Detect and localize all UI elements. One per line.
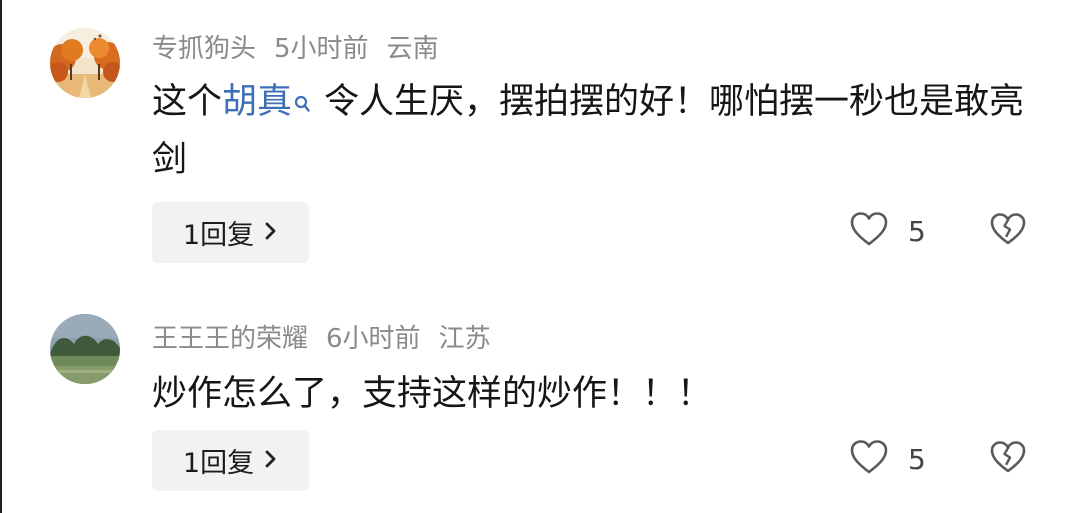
like-count: 5 [908, 442, 926, 476]
comment-text: 炒作怎么了，支持这样的炒作！！！ [152, 374, 713, 414]
search-icon[interactable] [294, 76, 310, 132]
reply-label: 1回复 [182, 220, 255, 251]
reply-button[interactable]: 1回复 [152, 202, 309, 263]
comment-meta: 王王王的荣耀 6小时前 江苏 [152, 318, 509, 355]
comment-text: 这个胡真 令人生厌，摆拍摆的好！哪怕摆一秒也是敢亮剑 [152, 74, 1032, 188]
avatar[interactable] [50, 314, 120, 384]
broken-heart-icon [988, 441, 1028, 479]
dislike-button[interactable] [988, 211, 1028, 251]
comment-time: 5小时前 [274, 34, 369, 64]
heart-outline-icon [848, 210, 890, 252]
landscape-avatar-image [50, 314, 120, 384]
comment-location: 江苏 [438, 324, 491, 354]
left-edge-border [0, 0, 2, 513]
chevron-right-icon [264, 217, 278, 248]
heart-outline-icon [848, 438, 890, 480]
broken-heart-icon [988, 213, 1028, 251]
comment-location: 云南 [386, 34, 439, 64]
autumn-trees-avatar-image [50, 28, 120, 98]
search-link[interactable]: 胡真 [222, 82, 292, 122]
comment-text-part: 这个 [152, 82, 223, 122]
username[interactable]: 王王王的荣耀 [152, 324, 308, 354]
reply-button[interactable]: 1回复 [152, 430, 309, 491]
like-button[interactable]: 5 [848, 210, 926, 252]
username[interactable]: 专抓狗头 [152, 34, 256, 64]
like-count: 5 [908, 214, 926, 248]
comment-time: 6小时前 [326, 324, 421, 354]
dislike-button[interactable] [988, 439, 1028, 479]
comment-meta: 专抓狗头 5小时前 云南 [152, 28, 457, 65]
like-button[interactable]: 5 [848, 438, 926, 480]
chevron-right-icon [264, 445, 278, 476]
avatar[interactable] [50, 28, 120, 98]
reply-label: 1回复 [182, 448, 255, 479]
